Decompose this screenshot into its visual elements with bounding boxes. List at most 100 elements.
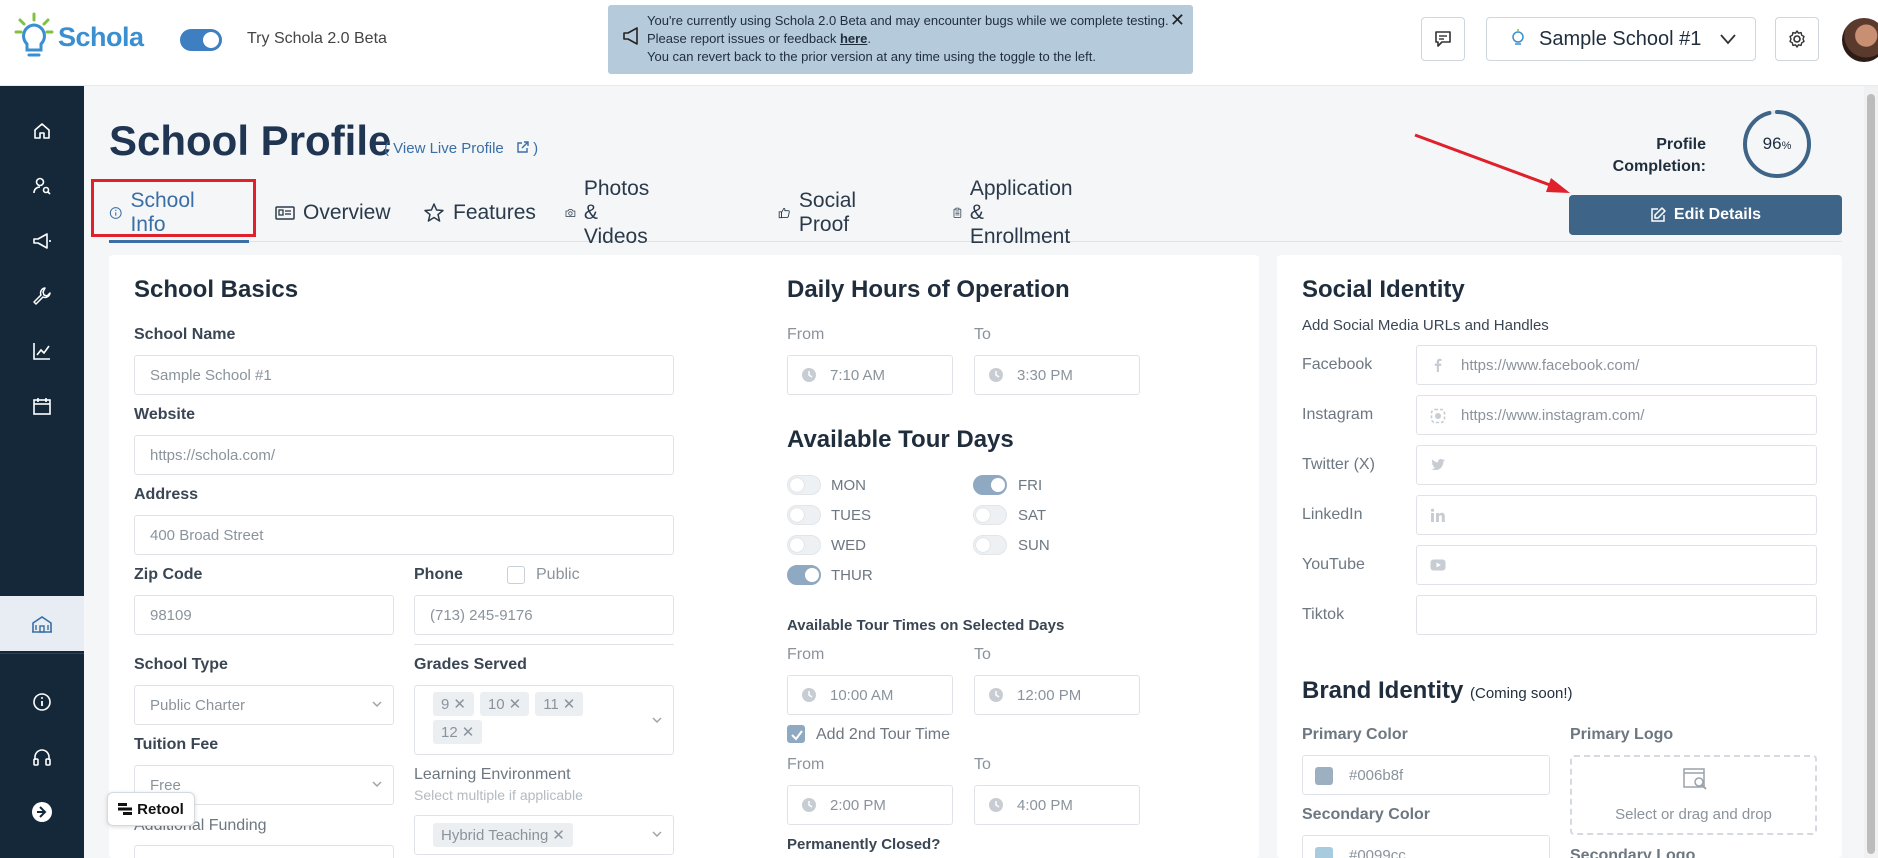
instagram-icon [1430,408,1446,424]
phone-public-checkbox[interactable] [507,566,525,584]
remove-chip-icon[interactable]: ✕ [509,695,522,713]
grade-chip[interactable]: 12 ✕ [433,720,483,744]
annotation-arrow [1414,133,1570,193]
linkedin-label: LinkedIn [1302,506,1363,523]
primary-color-field[interactable]: #006b8f [1302,755,1550,795]
tab-overview[interactable]: Overview [275,190,391,236]
feedback-link[interactable]: here [840,31,867,46]
zip-code-value: 98109 [150,606,192,624]
tab-photos-videos[interactable]: Photos & Videos [565,177,660,248]
banner-close-icon[interactable]: ✕ [1170,10,1185,31]
remove-chip-icon[interactable]: ✕ [563,695,576,713]
grade-chip[interactable]: 10 ✕ [479,692,530,716]
address-value: 400 Broad Street [150,526,264,544]
tour-from-2-label: From [787,756,825,773]
sidebar-item-tools[interactable] [0,268,84,323]
toggle-sun[interactable] [973,535,1007,555]
beta-toggle[interactable] [180,29,222,51]
school-logo-icon [1512,29,1524,45]
primary-color-swatch[interactable] [1315,767,1333,785]
twitter-label: Twitter (X) [1302,456,1375,473]
zip-code-field[interactable]: 98109 [134,595,394,635]
tab-label: Application & Enrollment [969,177,1073,248]
linkedin-field[interactable] [1416,495,1817,535]
sidebar-item-leads[interactable] [0,158,84,213]
completion-label-line-2: Completion: [1612,158,1706,175]
address-field[interactable]: 400 Broad Street [134,515,674,555]
tab-application-enrollment[interactable]: Application & Enrollment [953,177,1082,248]
sidebar-item-home[interactable] [0,103,84,158]
primary-logo-dropzone[interactable]: Select or drag and drop [1570,755,1817,835]
tiktok-field[interactable] [1416,595,1817,635]
secondary-color-field[interactable]: #0099cc [1302,835,1550,858]
schola-logo[interactable]: Schola [14,12,144,62]
school-name-value: Sample School #1 [150,366,272,384]
instagram-field[interactable]: https://www.instagram.com/ [1416,395,1817,435]
phone-field[interactable]: (713) 245-9176 [414,595,674,635]
toggle-mon[interactable] [787,475,821,495]
learning-environment-select[interactable]: Hybrid Teaching ✕ [414,815,674,855]
remove-chip-icon[interactable]: ✕ [552,826,565,844]
twitter-field[interactable] [1416,445,1817,485]
star-icon [424,203,444,222]
edit-details-button[interactable]: Edit Details [1569,195,1842,235]
facebook-value: https://www.facebook.com/ [1461,356,1640,374]
toggle-sat[interactable] [973,505,1007,525]
sidebar-item-calendar[interactable] [0,378,84,433]
calendar-icon [33,397,51,415]
settings-button[interactable] [1775,17,1819,61]
hours-to-field[interactable]: 3:30 PM [974,355,1140,395]
hours-from-field[interactable]: 7:10 AM [787,355,953,395]
tab-social-proof[interactable]: Social Proof [778,189,865,236]
retool-badge[interactable]: Retool [107,792,195,826]
page-scrollbar[interactable] [1864,86,1878,858]
secondary-color-swatch[interactable] [1315,847,1333,858]
website-field[interactable]: https://schola.com/ [134,435,674,475]
grade-chip[interactable]: 9 ✕ [433,692,474,716]
remove-chip-icon[interactable]: ✕ [462,723,475,741]
social-identity-title: Social Identity [1302,276,1465,303]
second-tour-checkbox[interactable] [787,725,805,743]
clock-icon [989,798,1003,812]
toggle-wed[interactable] [787,535,821,555]
wrench-icon [33,286,51,305]
toggle-fri[interactable] [973,475,1007,495]
learning-chip[interactable]: Hybrid Teaching ✕ [433,823,573,847]
day-label-sat: SAT [1018,507,1047,524]
messages-button[interactable] [1421,17,1465,61]
tour-to-2-field[interactable]: 4:00 PM [974,785,1140,825]
phone-divider [414,644,674,645]
tour-from-1-field[interactable]: 10:00 AM [787,675,953,715]
sidebar-item-support[interactable] [0,729,84,784]
permanently-closed-label: Permanently Closed? [787,836,941,853]
remove-chip-icon[interactable]: ✕ [453,695,466,713]
tour-from-2-field[interactable]: 2:00 PM [787,785,953,825]
scrollbar-thumb[interactable] [1867,94,1875,854]
chevron-down-icon [652,717,662,723]
facebook-field[interactable]: https://www.facebook.com/ [1416,345,1817,385]
user-avatar[interactable] [1842,18,1878,62]
facebook-icon [1434,358,1442,372]
tour-to-1-field[interactable]: 12:00 PM [974,675,1140,715]
tour-from-1-value: 10:00 AM [830,686,894,704]
social-identity-subtitle: Add Social Media URLs and Handles [1302,317,1549,334]
toggle-thur[interactable] [787,565,821,585]
completion-unit: % [1781,139,1792,152]
youtube-field[interactable] [1416,545,1817,585]
chevron-down-icon [372,781,382,787]
school-selector[interactable]: Sample School #1 [1486,17,1756,61]
sidebar-item-logout[interactable] [0,784,84,839]
sidebar-item-marketing[interactable] [0,213,84,268]
additional-funding-field[interactable] [134,845,394,858]
grades-served-select[interactable]: 9 ✕ 10 ✕ 11 ✕ 12 ✕ [414,685,674,755]
grade-chip[interactable]: 11 ✕ [535,692,584,716]
school-name-field[interactable]: Sample School #1 [134,355,674,395]
sidebar-item-info[interactable] [0,674,84,729]
toggle-tues[interactable] [787,505,821,525]
sidebar-item-school-profile[interactable] [0,596,84,651]
tab-features[interactable]: Features [423,190,536,236]
view-live-profile-link[interactable]: ( View Live Profile ) [384,140,538,157]
sidebar-item-analytics[interactable] [0,323,84,378]
school-type-select[interactable]: Public Charter [134,685,394,725]
retool-label: Retool [137,800,184,818]
